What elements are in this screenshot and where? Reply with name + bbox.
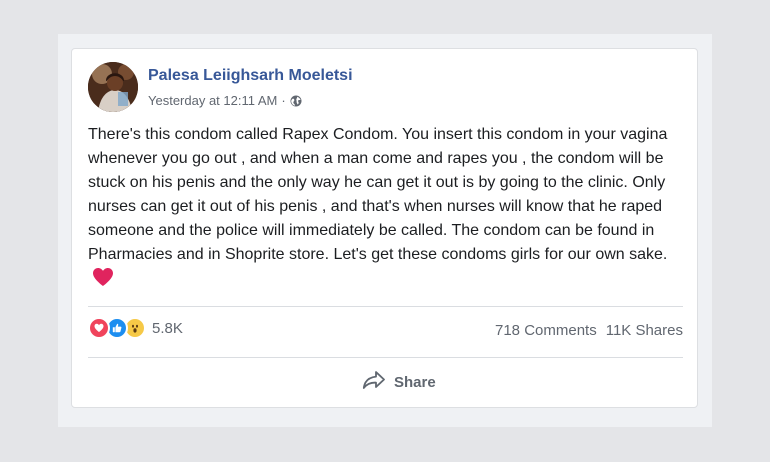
shares-count[interactable]: 11K Shares (606, 322, 683, 339)
share-arrow-icon (362, 370, 386, 395)
meta-separator: · (281, 93, 286, 108)
share-label: Share (394, 374, 436, 391)
share-button[interactable]: Share (362, 370, 436, 395)
facebook-post-card: Palesa Leiighsarh Moeletsi Yesterday at … (71, 48, 698, 408)
post-body: There's this condom called Rapex Condom.… (88, 123, 688, 295)
post-meta: Yesterday at 12:11 AM · (148, 93, 302, 108)
globe-icon[interactable] (290, 95, 302, 107)
reaction-count: 5.8K (152, 319, 183, 337)
comments-count[interactable]: 718 Comments (495, 322, 597, 339)
post-timestamp[interactable]: Yesterday at 12:11 AM (148, 93, 277, 108)
post-text: There's this condom called Rapex Condom.… (88, 126, 668, 263)
divider-bottom (88, 357, 683, 358)
reaction-summary[interactable]: 5.8K (88, 317, 183, 339)
avatar[interactable] (88, 62, 138, 112)
author-name[interactable]: Palesa Leiighsarh Moeletsi (148, 67, 353, 85)
red-heart-icon (92, 267, 114, 295)
love-reaction-icon (88, 317, 110, 339)
post-stats: 718 Comments 11K Shares (495, 322, 683, 339)
divider-top (88, 306, 683, 307)
